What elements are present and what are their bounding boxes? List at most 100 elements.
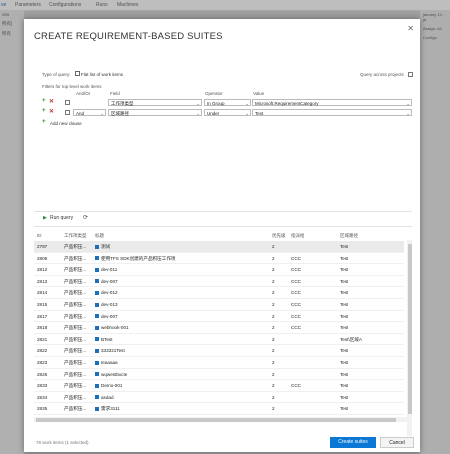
column-header-type[interactable]: 工作项类型 <box>64 231 87 240</box>
vertical-scrollbar[interactable] <box>407 240 412 436</box>
table-row[interactable]: 2797 产品积压... 测试 2 Test <box>34 241 404 253</box>
table-row[interactable]: 2835 产品积压... 需求3111 2 Test <box>34 403 404 415</box>
table-row[interactable]: 2817 产品积压... dev-007 2 CCC Test <box>34 311 404 323</box>
table-row[interactable]: 2812 产品积压... dev-011 2 CCC Test <box>34 264 404 276</box>
table-row[interactable]: 2815 产品积压... dev-013 2 CCC Test <box>34 299 404 311</box>
clause-field-select[interactable]: 工作项类型 ⌄ <box>108 99 202 106</box>
cell-type: 产品积压... <box>64 357 86 369</box>
cancel-button[interactable]: Cancel <box>380 437 414 448</box>
cell-text: Test <box>340 394 349 400</box>
table-row[interactable]: 2818 产品积压... webhook-001 2 CCC Test <box>34 322 404 334</box>
clause-andor-select[interactable]: And ⌄ <box>73 109 106 116</box>
column-header-id[interactable]: ID <box>37 231 42 240</box>
table-row[interactable]: 2814 产品积压... dev-012 2 CCC Test <box>34 287 404 299</box>
cell-id: 2815 <box>37 299 47 311</box>
cell-text: Test <box>340 302 349 307</box>
cell-assigned: CCC <box>291 253 301 265</box>
add-clause-icon[interactable]: + <box>42 98 46 104</box>
clause-value-select[interactable]: Test ⌄ <box>252 109 412 116</box>
cell-text: dev-007 <box>101 278 118 284</box>
cell-priority: 2 <box>272 311 275 323</box>
cell-area: Test <box>340 276 348 288</box>
cell-type: 产品积压... <box>64 322 86 334</box>
table-row[interactable]: 2813 产品积压... dev-007 2 CCC Test <box>34 276 404 288</box>
remove-clause-icon[interactable]: ✕ <box>49 108 54 115</box>
add-clause-icon[interactable]: + <box>42 108 46 114</box>
cell-assigned: CCC <box>291 311 301 323</box>
cell-type: 产品积压... <box>64 253 86 265</box>
cell-title: 333321Test <box>95 345 125 357</box>
table-row[interactable]: 2834 产品积压... asdad 2 Test <box>34 392 404 404</box>
chevron-down-icon: ⌄ <box>406 101 410 106</box>
cell-text: 2823 <box>37 360 48 365</box>
cell-title: webhook-001 <box>95 322 129 334</box>
cell-assigned: CCC <box>291 299 301 311</box>
cell-text: webhook-001 <box>101 325 129 331</box>
cell-id: 2817 <box>37 311 47 323</box>
divider <box>34 226 412 227</box>
cell-text: 2 <box>272 371 275 377</box>
create-suites-button[interactable]: Create suites <box>330 437 376 448</box>
column-header-area[interactable]: 区域路径 <box>340 231 358 240</box>
table-row[interactable]: 2833 产品积压... Demo-001 2 CCC Test <box>34 380 404 392</box>
cell-text: CCC <box>291 302 301 307</box>
work-item-icon <box>95 383 99 388</box>
cell-id: 2818 <box>37 322 47 334</box>
horizontal-scrollbar[interactable] <box>34 417 412 422</box>
cell-priority: 2 <box>272 287 275 299</box>
cell-title: dev-007 <box>95 276 118 288</box>
cell-title: dev-012 <box>95 287 118 299</box>
type-of-query-dropdown[interactable]: Flat list of work items <box>81 72 123 77</box>
query-across-projects-checkbox[interactable] <box>408 72 413 77</box>
cell-text: Test <box>340 267 349 273</box>
add-new-clause-icon[interactable]: + <box>42 119 46 125</box>
cell-type: 产品积压... <box>64 369 86 381</box>
remove-clause-icon[interactable]: ✕ <box>49 98 54 105</box>
cell-text: 2813 <box>37 278 48 284</box>
chevron-down-icon: ⌄ <box>406 111 410 116</box>
table-row[interactable]: 2805 产品积压... 使用TFS SDK创建的产品积压工作项 2 CCC Test <box>34 253 404 265</box>
cell-priority: 2 <box>272 392 275 404</box>
cell-type: 产品积压... <box>64 264 86 276</box>
scrollbar-thumb[interactable] <box>36 417 396 422</box>
cell-type: 产品积压... <box>64 299 86 311</box>
play-icon[interactable]: ▶ <box>43 215 47 221</box>
flat-list-icon <box>75 71 80 76</box>
cell-assigned: CCC <box>291 276 301 288</box>
add-new-clause-link[interactable]: Add new clause <box>50 121 82 126</box>
cell-text: 产品积压... <box>64 348 87 354</box>
cell-type: 产品积压... <box>64 392 86 404</box>
cell-text: Test <box>340 313 349 319</box>
cell-title: dev-011 <box>95 264 117 276</box>
column-header-title[interactable]: 标题 <box>95 231 104 240</box>
refresh-icon[interactable]: ⟳ <box>83 214 88 221</box>
clause-operator-select[interactable]: Under ⌄ <box>204 109 251 116</box>
table-row[interactable]: 2823 产品积压... teaaaaa 2 Test <box>34 357 404 369</box>
table-row[interactable]: 2821 产品积压... BTest 2 Test\区域A <box>34 334 404 346</box>
cell-title: 使用TFS SDK创建的产品积压工作项 <box>95 253 176 265</box>
column-header-assigned[interactable]: 指派给 <box>291 231 305 240</box>
clause-field-select[interactable]: 区域路径 ⌄ <box>108 109 202 116</box>
cell-text: Test <box>340 360 349 365</box>
cell-area: Test <box>340 287 348 299</box>
cell-text: 2 <box>272 336 275 342</box>
table-row[interactable]: 2825 产品积压... wqwestbxcte 2 Test <box>34 369 404 381</box>
cell-id: 2812 <box>37 264 47 276</box>
run-query-button[interactable]: Run query <box>50 215 73 221</box>
clause-value-select[interactable]: Microsoft.RequirementCategory ⌄ <box>252 99 412 106</box>
clause-operator-select[interactable]: In Group ⌄ <box>204 99 251 106</box>
cell-assigned: CCC <box>291 264 301 276</box>
cell-text: BTest <box>101 336 113 342</box>
scrollbar-thumb[interactable] <box>407 244 412 414</box>
work-item-icon <box>95 290 99 295</box>
clause-select-checkbox[interactable] <box>65 110 70 115</box>
filters-label: Filters for top level work items <box>42 84 102 89</box>
cell-title: wqwestbxcte <box>95 369 127 381</box>
column-header-priority[interactable]: 优先级 <box>272 231 286 240</box>
clause-select-checkbox[interactable] <box>65 100 70 105</box>
cell-area: Test <box>340 369 348 381</box>
cell-text: 测试 <box>101 244 111 249</box>
table-row[interactable]: 2822 产品积压... 333321Test 2 Test <box>34 345 404 357</box>
close-icon[interactable]: ✕ <box>407 24 414 33</box>
cell-text: 使用TFS SDK创建的产品积压工作项 <box>101 255 176 261</box>
